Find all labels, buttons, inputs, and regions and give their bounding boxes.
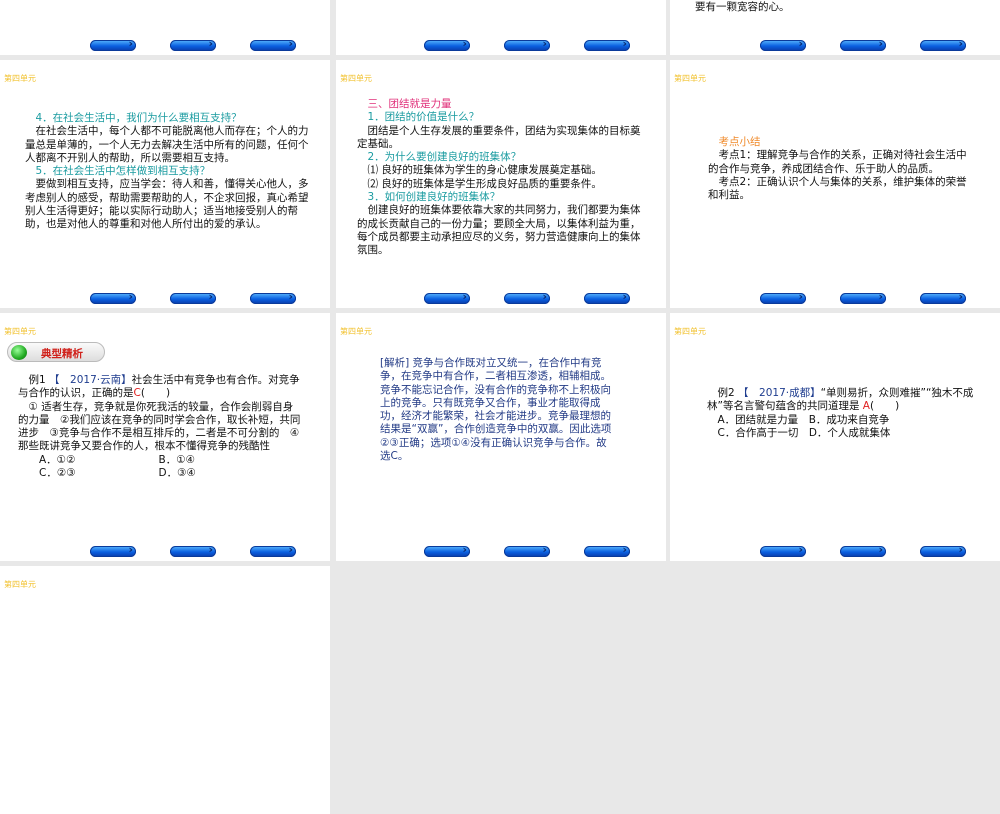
unit-label: 第四单元 [4, 327, 36, 336]
unit-label: 第四单元 [674, 74, 706, 83]
answer-paren: ( ) [140, 387, 171, 400]
nav-button[interactable] [424, 37, 470, 51]
nav-button[interactable] [424, 290, 470, 304]
summary-point: 考点1：理解竞争与合作的关系，正确对待社会生活中的合作与竞争，养成团结合作、乐于… [708, 149, 967, 175]
slide: 要有一颗宽容的心。 [670, 0, 1000, 55]
nav-button[interactable] [840, 290, 886, 304]
nav-button[interactable] [424, 543, 470, 557]
answer: 团结是个人生存发展的重要条件，团结为实现集体的目标奠定基础。 [357, 124, 641, 150]
answer: 在社会生活中，每个人都不可能脱离他人而存在；个人的力量总是单薄的，一个人无力去解… [25, 125, 309, 164]
option: B．①④ [158, 453, 196, 466]
unit-label: 第四单元 [340, 327, 372, 336]
nav-button[interactable] [250, 290, 296, 304]
example-label: 例1 [28, 374, 46, 386]
analysis-text: 竞争与合作既对立又统一，在合作中有竞争，在竞争中有合作，二者相互渗透，相辅相成。… [380, 357, 612, 463]
option: A．①② [39, 453, 76, 466]
statements: ① 适者生存，竞争就是你死我活的较量，合作会削弱自身的力量 ②我们应该在竞争的同… [18, 400, 301, 453]
question: 2．为什么要创建良好的班集体？ [367, 151, 522, 164]
nav-button[interactable] [760, 290, 806, 304]
answer: 创建良好的班集体要依靠大家的共同努力，我们都要为集体的成长贡献自己的一份力量；要… [357, 204, 641, 257]
slide-text: 要有一颗宽容的心。 [695, 1, 790, 13]
answer: ⑴ 良好的班集体为学生的身心健康发展奠定基础。 [367, 164, 602, 177]
option: B．成功来自竞争 [808, 413, 890, 426]
option: C．合作高于一切 [717, 426, 799, 439]
answer: 要做到相互支持，应当学会：待人和善，懂得关心他人，多考虑别人的感受，帮助需要帮助… [25, 178, 309, 231]
slide-body: 例1 【 2017·云南】社会生活中有竞争也有合作。对竞争与合作的认识，正确的是… [18, 374, 303, 480]
nav-button[interactable] [584, 290, 630, 304]
section-heading: 三、团结就是力量 [367, 98, 452, 110]
nav-button[interactable] [90, 290, 136, 304]
nav-button[interactable] [504, 37, 550, 51]
nav-button[interactable] [920, 543, 966, 557]
unit-label: 第四单元 [4, 74, 36, 83]
nav-button[interactable] [584, 37, 630, 51]
unit-label: 第四单元 [340, 74, 372, 83]
answer-mark: A [862, 400, 870, 413]
slide-mutual-support: 第四单元 4．在社会生活中，我们为什么要相互支持？ 在社会生活中，每个人都不可能… [0, 60, 330, 308]
answer: ⑵ 良好的班集体是学生形成良好品质的重要条件。 [367, 177, 602, 190]
question: 4．在社会生活中，我们为什么要相互支持？ [35, 112, 242, 124]
slide: 第四单元 [0, 566, 330, 814]
example-source: 【 2017·成都】 [738, 387, 821, 399]
slide-example2: 第四单元 例2 【 2017·成都】“单则易折，众则难摧”“独木不成林”等名言警… [670, 313, 1000, 561]
nav-button[interactable] [920, 37, 966, 51]
slide-body: [解析] 竞争与合作既对立又统一，在合作中有竞争，在竞争中有合作，二者相互渗透，… [380, 357, 612, 463]
badge-label: 典型精析 [41, 348, 83, 360]
nav-button[interactable] [584, 543, 630, 557]
summary-heading: 考点小结 [718, 136, 761, 148]
slide-summary: 第四单元 考点小结 考点1：理解竞争与合作的关系，正确对待社会生活中的合作与竞争… [670, 60, 1000, 308]
green-dot-icon [11, 345, 27, 360]
nav-button[interactable] [840, 37, 886, 51]
summary-point: 考点2：正确认识个人与集体的关系，维护集体的荣誉和利益。 [708, 175, 967, 202]
nav-button[interactable] [90, 37, 136, 51]
slide-unity: 第四单元 三、团结就是力量 1．团结的价值是什么？ 团结是个人生存发展的重要条件… [336, 60, 666, 308]
nav-button[interactable] [90, 543, 136, 557]
slide-body: 4．在社会生活中，我们为什么要相互支持？ 在社会生活中，每个人都不可能脱离他人而… [25, 112, 310, 232]
slide-body: 三、团结就是力量 1．团结的价值是什么？ 团结是个人生存发展的重要条件，团结为实… [357, 98, 642, 258]
nav-button[interactable] [504, 543, 550, 557]
nav-button[interactable] [760, 543, 806, 557]
nav-button[interactable] [840, 543, 886, 557]
analysis-tag: [解析] [380, 357, 410, 369]
nav-button[interactable] [170, 290, 216, 304]
slide-analysis: 第四单元 [解析] 竞争与合作既对立又统一，在合作中有竞争，在竞争中有合作，二者… [336, 313, 666, 561]
unit-label: 第四单元 [674, 327, 706, 336]
nav-button[interactable] [250, 543, 296, 557]
nav-button[interactable] [920, 290, 966, 304]
slide-example1: 第四单元 典型精析 例1 【 2017·云南】社会生活中有竞争也有合作。对竞争与… [0, 313, 330, 561]
question: 1．团结的价值是什么？ [367, 111, 480, 124]
slide [336, 0, 666, 55]
nav-button[interactable] [250, 37, 296, 51]
unit-label: 第四单元 [4, 580, 36, 589]
nav-button[interactable] [760, 37, 806, 51]
question: 5．在社会生活中怎样做到相互支持？ [35, 165, 211, 178]
example-source: 【 2017·云南】 [49, 374, 132, 386]
option: D．③④ [158, 467, 196, 480]
answer-mark: C [133, 387, 141, 400]
nav-button[interactable] [170, 37, 216, 51]
option: A．团结就是力量 [717, 413, 799, 426]
slide-body: 例2 【 2017·成都】“单则易折，众则难摧”“独木不成林”等名言警句蕴含的共… [707, 387, 982, 440]
option: D．个人成就集体 [808, 426, 891, 439]
answer-paren: ( ) [869, 400, 900, 413]
nav-button[interactable] [504, 290, 550, 304]
slide-body: 考点小结 考点1：理解竞争与合作的关系，正确对待社会生活中的合作与竞争，养成团结… [708, 136, 973, 202]
section-badge: 典型精析 [7, 342, 105, 362]
example-label: 例2 [717, 387, 735, 399]
question: 3．如何创建良好的班集体？ [367, 191, 501, 204]
nav-button[interactable] [170, 543, 216, 557]
option: C．②③ [39, 467, 76, 480]
slide [0, 0, 330, 55]
